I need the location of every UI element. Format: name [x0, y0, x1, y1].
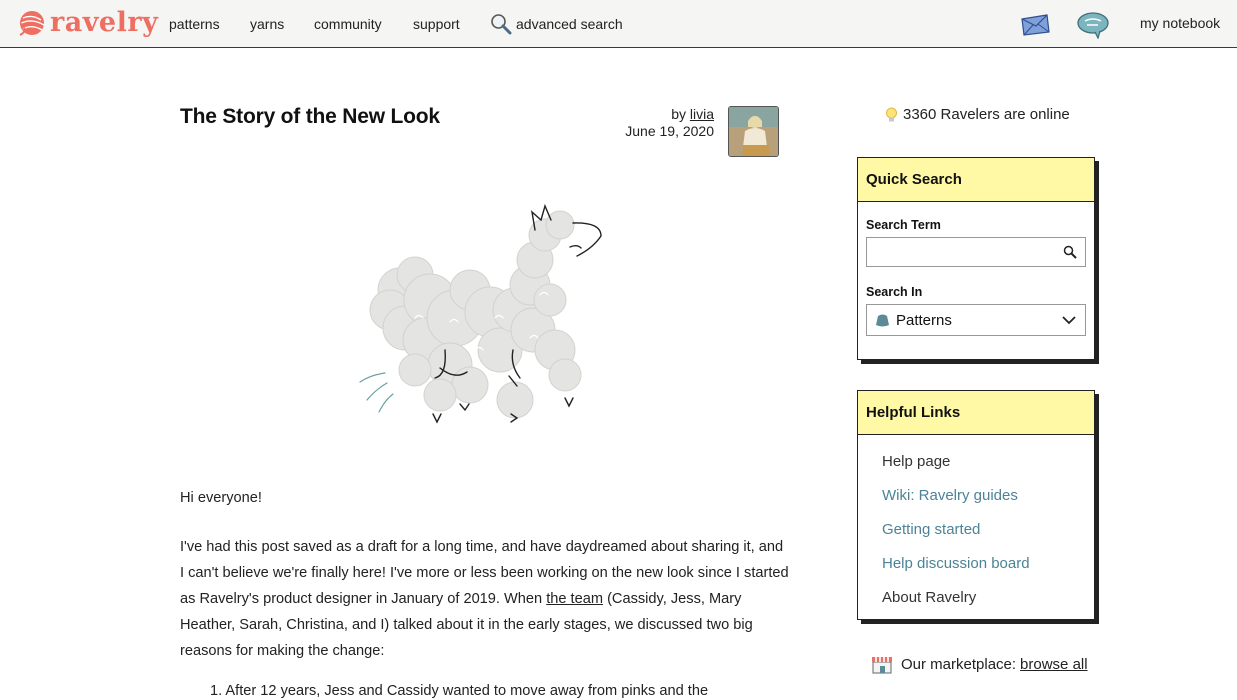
- helpful-links-list: Help page Wiki: Ravelry guides Getting s…: [858, 435, 1094, 615]
- author-photo-image: [729, 107, 778, 156]
- about-ravelry-link[interactable]: About Ravelry: [882, 581, 1094, 615]
- intro-paragraph: I've had this post saved as a draft for …: [180, 534, 790, 664]
- list-item: 1. After 12 years, Jess and Cassidy want…: [210, 683, 709, 699]
- advanced-search-link[interactable]: advanced search: [490, 12, 623, 36]
- author-avatar[interactable]: [728, 106, 779, 157]
- by-prefix: by: [671, 106, 686, 122]
- marketplace-prefix: Our marketplace:: [901, 655, 1017, 673]
- lightbulb-icon: [886, 107, 897, 121]
- top-nav-bar: ravelry patterns yarns community support…: [0, 0, 1237, 48]
- post-title: The Story of the New Look: [180, 105, 440, 128]
- greeting-paragraph: Hi everyone!: [180, 490, 262, 506]
- author-link[interactable]: livia: [690, 106, 714, 122]
- post-byline: by livia June 19, 2020: [600, 106, 714, 140]
- nav-patterns[interactable]: patterns: [169, 15, 220, 33]
- ravelry-logo[interactable]: ravelry: [18, 5, 158, 41]
- quick-search-title: Quick Search: [858, 158, 1094, 202]
- nav-community[interactable]: community: [314, 15, 382, 33]
- search-in-selected: Patterns: [896, 311, 952, 329]
- online-count: 3360 Ravelers are online: [885, 106, 1070, 123]
- helpful-links-panel: Helpful Links Help page Wiki: Ravelry gu…: [857, 390, 1095, 620]
- getting-started-link[interactable]: Getting started: [882, 513, 1094, 547]
- shop-icon: [872, 657, 892, 674]
- browse-all-link[interactable]: browse all: [1020, 656, 1088, 673]
- envelope-icon[interactable]: [1020, 14, 1050, 36]
- alpaca-illustration: [359, 203, 602, 424]
- search-term-label: Search Term: [866, 218, 941, 232]
- help-discussion-board-link[interactable]: Help discussion board: [882, 547, 1094, 581]
- sweater-icon: [876, 314, 889, 326]
- help-page-link[interactable]: Help page: [882, 445, 1094, 479]
- search-term-box: [866, 237, 1086, 267]
- search-icon[interactable]: [1063, 245, 1077, 259]
- post-date: June 19, 2020: [625, 123, 714, 139]
- nav-yarns[interactable]: yarns: [250, 15, 284, 33]
- search-term-input[interactable]: [867, 238, 1057, 266]
- yarn-ball-icon: [19, 11, 45, 36]
- helpful-links-title: Helpful Links: [858, 391, 1094, 435]
- speech-bubble-icon[interactable]: [1076, 11, 1110, 39]
- marketplace-row: Our marketplace: browse all: [871, 654, 1088, 674]
- quick-search-panel: Quick Search Search Term Search In Patte…: [857, 157, 1095, 360]
- advanced-search-label: advanced search: [516, 16, 623, 32]
- brand-name: ravelry: [50, 7, 159, 38]
- search-in-label: Search In: [866, 285, 923, 299]
- magnifier-icon: [491, 14, 512, 35]
- search-in-select[interactable]: Patterns: [866, 304, 1086, 336]
- nav-support[interactable]: support: [413, 15, 460, 33]
- chevron-down-icon: [1062, 316, 1076, 325]
- online-count-text: 3360 Ravelers are online: [903, 106, 1070, 123]
- the-team-link[interactable]: the team: [546, 591, 603, 607]
- my-notebook-link[interactable]: my notebook: [1140, 15, 1220, 31]
- wiki-guides-link[interactable]: Wiki: Ravelry guides: [882, 479, 1094, 513]
